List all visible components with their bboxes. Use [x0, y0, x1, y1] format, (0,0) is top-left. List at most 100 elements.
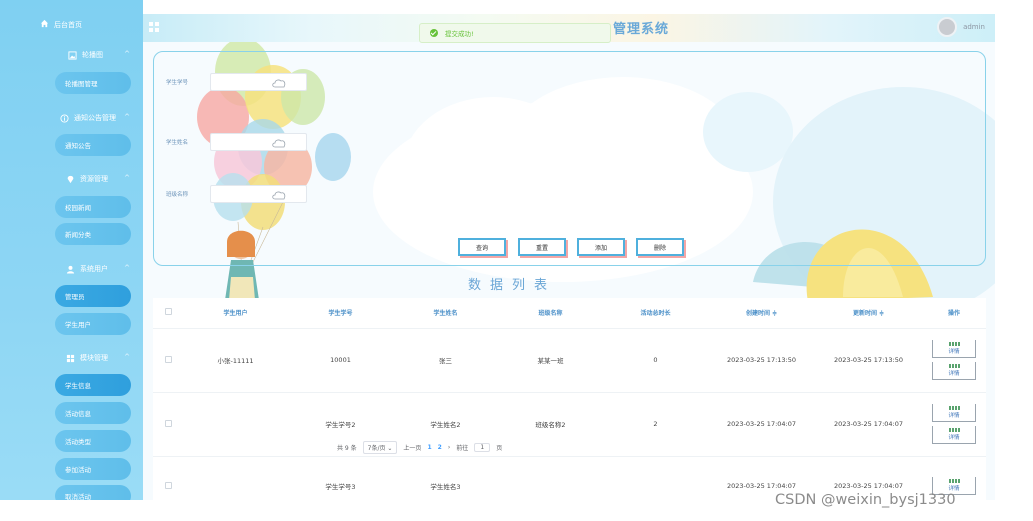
- cell-actions: 详情 详情: [922, 392, 986, 457]
- reset-button[interactable]: 重置: [518, 238, 566, 256]
- sidebar-item-label: 学生用户: [65, 321, 91, 329]
- column-header[interactable]: 创建时间 ≑: [708, 298, 815, 329]
- column-header[interactable]: 更新时间 ≑: [815, 298, 922, 329]
- success-toast: 提交成功!: [419, 23, 611, 43]
- row-select-cell: [153, 392, 183, 457]
- column-header[interactable]: 学生用户: [183, 298, 288, 329]
- info-icon: [60, 113, 69, 123]
- class-name-input[interactable]: [210, 185, 307, 203]
- cell-number: 10001: [288, 328, 393, 393]
- cloud-icon: [272, 79, 286, 88]
- sidebar-group-label: 模块管理: [80, 354, 108, 362]
- cell-class: 班级名称2: [498, 392, 603, 457]
- cell-user: 小张-11111: [183, 328, 288, 393]
- cell-actions: 详情 详情: [922, 328, 986, 393]
- delete-button[interactable]: 删除: [636, 238, 684, 256]
- detail-button[interactable]: 详情: [932, 340, 976, 358]
- row-checkbox[interactable]: [164, 419, 172, 427]
- goto-page-input[interactable]: 1: [474, 443, 491, 452]
- toast-message: 提交成功!: [445, 30, 474, 38]
- check-circle-icon: [430, 29, 438, 37]
- field-label: 学生姓名: [166, 140, 189, 146]
- student-number-input[interactable]: [210, 73, 307, 91]
- add-button[interactable]: 添加: [577, 238, 625, 256]
- sidebar-item-join-activity[interactable]: 参加活动: [55, 458, 131, 480]
- select-all-checkbox[interactable]: [164, 308, 172, 316]
- page-2-button[interactable]: 2: [438, 444, 442, 451]
- cell-hours: 0: [603, 328, 708, 393]
- chevron-up-icon: ^: [124, 50, 130, 58]
- sidebar-item-admin[interactable]: 管理员: [55, 285, 131, 307]
- sidebar-group-label: 通知公告管理: [74, 114, 116, 122]
- next-page-button[interactable]: ›: [448, 444, 450, 451]
- sidebar-item-activity-type[interactable]: 活动类型: [55, 430, 131, 452]
- detail-button[interactable]: 详情: [932, 404, 976, 422]
- chevron-up-icon: ^: [124, 353, 130, 361]
- cloud-icon: [272, 191, 286, 200]
- row-select-cell: [153, 456, 183, 500]
- query-button[interactable]: 查询: [458, 238, 506, 256]
- cell-updated: 2023-03-25 17:04:07: [815, 392, 922, 457]
- sidebar-item-label: 新闻分类: [65, 231, 91, 239]
- sidebar-item-campus-news[interactable]: 校园新闻: [55, 196, 131, 218]
- sidebar-item-activity-info[interactable]: 活动信息: [55, 402, 131, 424]
- column-header[interactable]: 班级名称: [498, 298, 603, 329]
- sidebar-item-label: 学生信息: [65, 382, 91, 390]
- table-row[interactable]: 学生学号2 学生姓名2 班级名称2 2 2023-03-25 17:04:07 …: [153, 392, 986, 457]
- pagination: 共 9 条 7条/页 ⌄ 上一页 1 2 › 前往 1 页: [337, 441, 502, 454]
- image-icon: [68, 50, 77, 60]
- sidebar-group-label: 系统用户: [80, 265, 108, 273]
- goto-label: 前往: [456, 445, 469, 452]
- cell-user: [183, 456, 288, 500]
- username[interactable]: admin: [963, 23, 985, 31]
- cell-name: 张三: [393, 328, 498, 393]
- sidebar-item-student-info[interactable]: 学生信息: [55, 374, 131, 396]
- page-size-select[interactable]: 7条/页 ⌄: [362, 441, 398, 454]
- column-header[interactable]: 学生姓名: [393, 298, 498, 329]
- cell-created: 2023-03-25 17:13:50: [708, 328, 815, 393]
- menu-grid-icon[interactable]: [149, 22, 159, 32]
- row-checkbox[interactable]: [164, 355, 172, 363]
- cell-created: 2023-03-25 17:04:07: [708, 392, 815, 457]
- app-window: { "sidebar": { "home_label": "后台首页", "gr…: [0, 0, 1033, 521]
- student-name-input[interactable]: [210, 133, 307, 151]
- sidebar-home[interactable]: 后台首页: [0, 14, 143, 36]
- cell-hours: [603, 456, 708, 500]
- sidebar-group-system-users[interactable]: 系统用户 ^: [0, 258, 143, 280]
- avatar[interactable]: [937, 17, 957, 37]
- home-icon: [40, 19, 49, 28]
- sidebar-home-label: 后台首页: [54, 21, 82, 29]
- grid-icon: [66, 354, 75, 362]
- location-icon: [67, 175, 74, 183]
- page-size-value: 7条/页: [367, 445, 386, 452]
- main-content: 学生学号 学生姓名 班级名称 查询 重置 添加 删除 数据列表 学生用户 学生学…: [143, 42, 995, 500]
- cell-user: [183, 392, 288, 457]
- page-1-button[interactable]: 1: [427, 444, 431, 451]
- sidebar-group-modules[interactable]: 模块管理 ^: [0, 347, 143, 369]
- goto-unit: 页: [496, 445, 503, 452]
- chevron-up-icon: ^: [124, 113, 130, 121]
- column-header: 操作: [922, 298, 986, 329]
- column-header[interactable]: 活动总时长: [603, 298, 708, 329]
- sidebar-item-label: 校园新闻: [65, 204, 91, 212]
- sidebar-group-label: 轮播图: [82, 51, 103, 59]
- cell-number: 学生学号3: [288, 456, 393, 500]
- sidebar-item-student-users[interactable]: 学生用户: [55, 313, 131, 335]
- sidebar-group-notice[interactable]: 通知公告管理 ^: [0, 107, 143, 129]
- cell-hours: 2: [603, 392, 708, 457]
- column-header[interactable]: 学生学号: [288, 298, 393, 329]
- sidebar-group-resource[interactable]: 资源管理 ^: [0, 168, 143, 190]
- watermark: CSDN @weixin_bysj1330: [775, 492, 956, 508]
- select-all-cell: [153, 298, 183, 329]
- sidebar-item-notice[interactable]: 通知公告: [55, 134, 131, 156]
- detail-button[interactable]: 详情: [932, 426, 976, 444]
- chevron-up-icon: ^: [124, 174, 130, 182]
- sidebar-group-carousel[interactable]: 轮播图 ^: [0, 44, 143, 66]
- row-checkbox[interactable]: [164, 481, 172, 489]
- detail-button[interactable]: 详情: [932, 362, 976, 380]
- sidebar-item-news-category[interactable]: 新闻分类: [55, 223, 131, 245]
- cell-name: 学生姓名3: [393, 456, 498, 500]
- prev-page-button[interactable]: 上一页: [403, 443, 421, 452]
- sidebar-item-carousel-manage[interactable]: 轮播图管理: [55, 72, 131, 94]
- table-row[interactable]: 小张-11111 10001 张三 某某一班 0 2023-03-25 17:1…: [153, 328, 986, 393]
